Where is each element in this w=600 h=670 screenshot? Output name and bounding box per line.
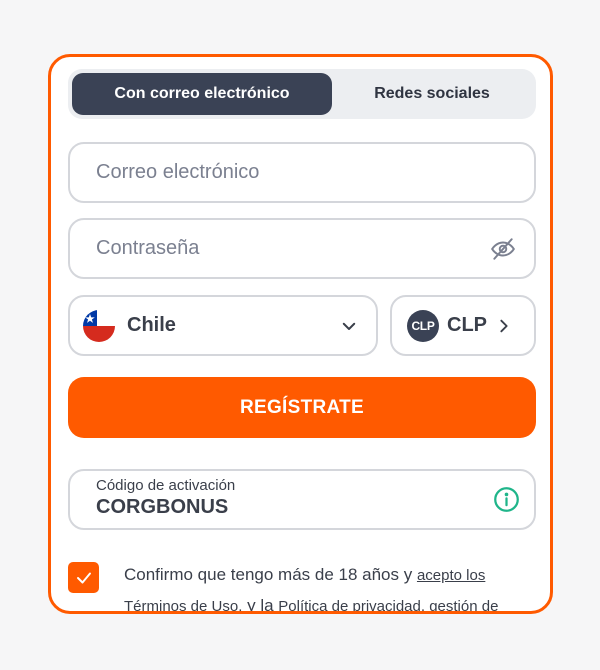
privacy-link[interactable]: Política de privacidad, gestión de [278,598,498,611]
tab-email[interactable]: Con correo electrónico [72,73,332,115]
currency-label: CLP [447,314,487,336]
email-input[interactable] [96,161,508,184]
register-button[interactable]: REGÍSTRATE [68,377,536,438]
password-input[interactable] [96,237,490,260]
chevron-down-icon [342,322,356,330]
promo-code-label: Código de activación [96,477,236,494]
chevron-right-icon [500,319,508,332]
eye-off-icon[interactable] [490,236,516,262]
tab-social[interactable]: Redes sociales [332,73,532,115]
country-select[interactable]: Chile [68,295,378,356]
terms-checkbox[interactable] [68,562,99,593]
password-field-wrapper [68,218,536,279]
signup-method-tabs: Con correo electrónico Redes sociales [68,69,536,119]
currency-select[interactable]: CLP CLP [390,295,536,356]
promo-code-value[interactable]: CORGBONUS [96,496,518,519]
registration-card: Con correo electrónico Redes sociales Ch… [48,54,553,614]
consent-text-1: Confirmo que tengo más de 18 años y [124,565,417,584]
email-field-wrapper [68,142,536,203]
consent-text: Confirmo que tengo más de 18 años y acep… [124,560,534,614]
info-icon[interactable] [493,486,520,513]
country-label: Chile [127,314,176,336]
chile-flag-icon [83,309,115,342]
country-currency-row: Chile CLP CLP [68,295,536,356]
promo-code-field[interactable]: Código de activación CORGBONUS [68,469,536,530]
consent-text-2: y la [242,596,279,614]
checkmark-icon [76,572,91,583]
currency-badge-icon: CLP [407,309,439,342]
